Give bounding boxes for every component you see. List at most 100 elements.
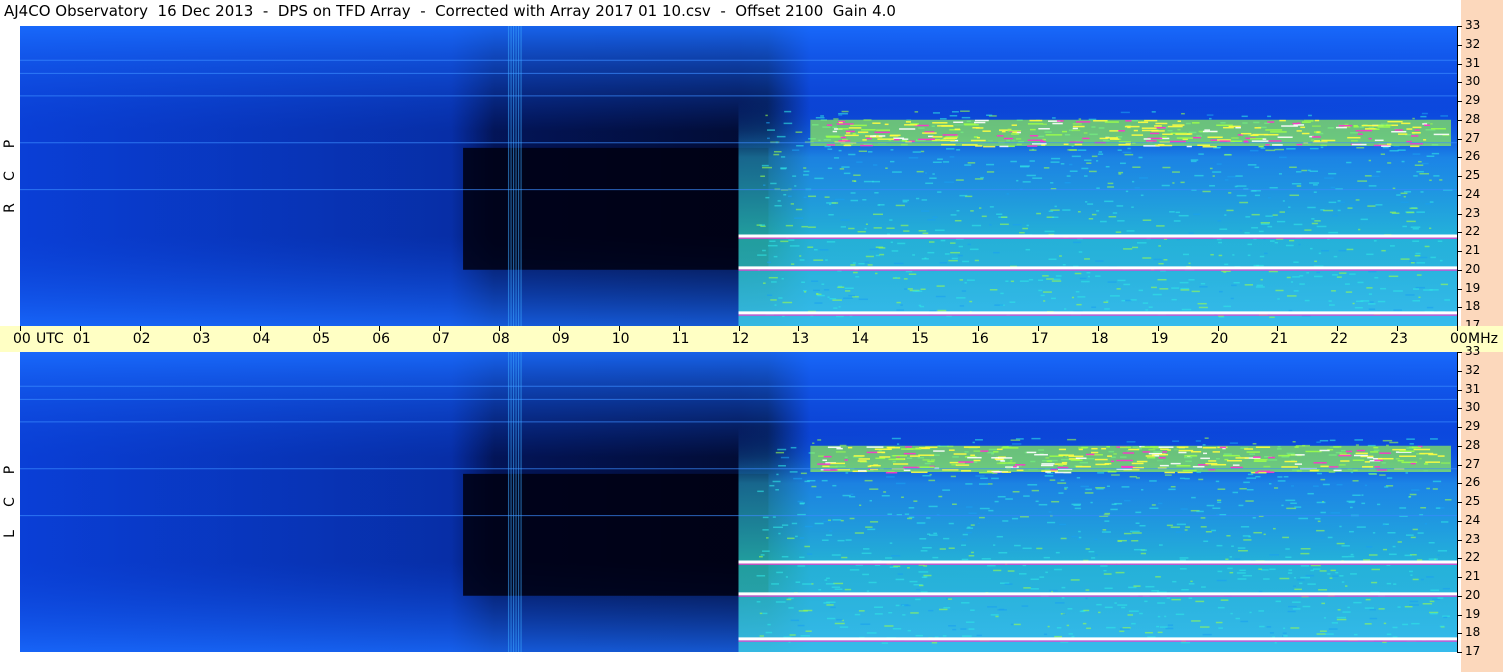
band-streak [1355,452,1368,455]
noise-speck [834,588,843,591]
noise-speck [1141,488,1144,491]
noise-speck [915,197,920,200]
noise-speck [1300,576,1311,579]
noise-speck [1386,477,1393,479]
noise-speck [1131,622,1136,625]
noise-speck [1260,222,1270,224]
noise-speck [1106,300,1109,302]
freq-tick [1457,101,1462,102]
noise-speck [1411,489,1420,491]
noise-speck [1420,191,1424,193]
band-streak [1251,471,1267,474]
noise-speck [1298,243,1301,246]
noise-speck [856,161,863,163]
noise-speck [1208,117,1212,120]
noise-speck [792,149,800,151]
noise-speck [862,573,869,576]
noise-speck [1199,286,1208,288]
noise-speck [1179,477,1185,480]
noise-speck [920,550,928,552]
noise-speck [1076,303,1082,306]
noise-speck [803,167,807,169]
noise-speck [1158,262,1164,265]
band-streak [822,465,830,468]
freq-tick [1457,82,1462,84]
noise-speck [805,630,812,632]
band-streak [1338,124,1353,127]
noise-speck [1040,294,1045,297]
band-streak [1329,466,1339,468]
noise-speck [1200,526,1207,528]
band-streak [889,135,899,137]
noise-speck [1363,559,1371,561]
noise-speck [970,524,975,526]
noise-speck [1432,598,1441,601]
band-streak [974,119,989,122]
noise-speck [1107,182,1114,185]
noise-speck [790,203,795,205]
freq-tick [1457,539,1462,541]
noise-speck [1314,220,1321,222]
noise-speck [1054,205,1057,208]
band-streak [1107,455,1112,457]
freq-tick-label: 26 [1465,475,1481,490]
noise-speck [1180,289,1190,291]
freq-tick-label: 21 [1465,243,1481,257]
noise-speck [848,153,856,156]
band-streak [1399,450,1415,453]
noise-speck [1365,598,1371,601]
noise-speck [1264,252,1268,255]
noise-speck [1095,275,1101,277]
band-streak [844,134,859,137]
noise-speck [1100,565,1108,567]
band-streak [1072,127,1078,130]
noise-speck [840,219,850,221]
band-streak [1001,130,1006,133]
band-streak [1104,121,1119,123]
band-streak [905,446,913,448]
noise-speck [1088,550,1095,553]
interference-line [20,59,1457,61]
band-streak [1124,125,1140,128]
noise-speck [907,288,913,290]
noise-speck [1059,255,1062,257]
noise-speck [1118,173,1122,175]
noise-speck [1119,628,1130,630]
band-streak [1082,137,1090,140]
band-streak [1075,465,1091,468]
noise-speck [1234,558,1241,560]
band-streak [1356,449,1365,452]
noise-speck [978,483,989,485]
noise-speck [1301,169,1308,172]
noise-speck [1347,606,1350,609]
noise-speck [1098,611,1101,614]
band-streak [1094,458,1108,461]
noise-speck [1247,164,1257,166]
noise-speck [1368,293,1373,295]
noise-speck [937,158,943,160]
pol-letter: L [2,530,18,538]
freq-tick-label: 22 [1465,224,1481,239]
noise-speck [821,479,828,482]
noise-speck [924,172,928,174]
noise-speck [1402,225,1407,228]
noise-speck [1140,549,1147,551]
noise-speck [823,289,830,291]
noise-speck [1406,438,1415,440]
noise-speck [1382,146,1389,149]
band-streak [1373,446,1379,449]
band-streak [1176,137,1194,139]
noise-speck [1164,474,1172,476]
noise-speck [1278,173,1282,175]
noise-speck [1078,251,1083,253]
noise-speck [1190,160,1197,163]
noise-speck [867,151,873,153]
noise-speck [928,534,938,536]
utc-tick-label: 21 [1270,331,1289,347]
noise-speck [762,529,769,531]
utc-tick-label: 01 [72,331,91,347]
noise-speck [959,194,968,197]
band-streak [1031,143,1047,145]
band-streak [1347,136,1361,139]
noise-speck [788,195,792,198]
